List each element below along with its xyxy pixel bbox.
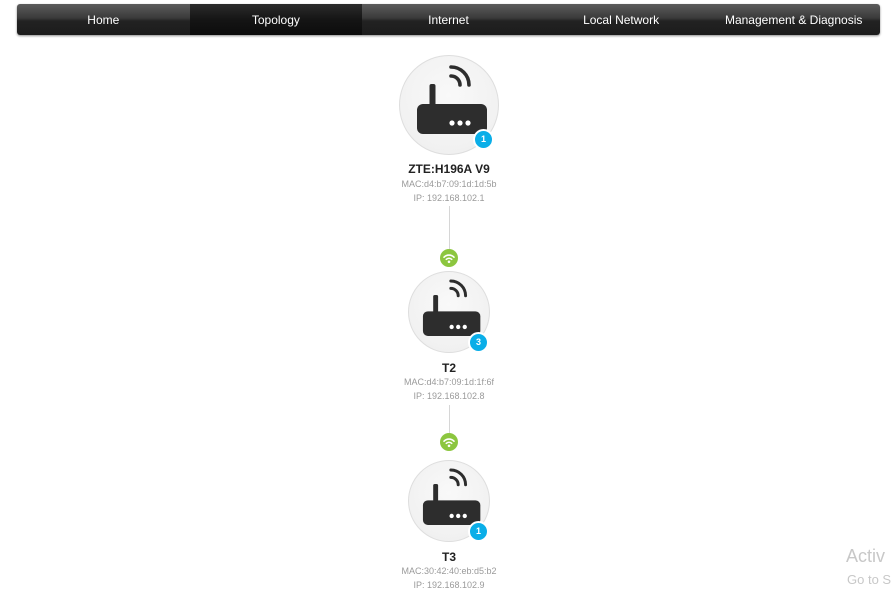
- nav-management-diagnosis[interactable]: Management & Diagnosis: [707, 4, 880, 35]
- device-ip: IP: 192.168.102.1: [413, 193, 485, 203]
- wifi-icon: [443, 254, 455, 264]
- activation-watermark-subtitle: Go to S: [847, 572, 891, 587]
- device-name: T2: [441, 361, 456, 375]
- wifi-link-icon: [440, 249, 458, 267]
- client-count-badge: 1: [473, 129, 494, 150]
- nav-topology[interactable]: Topology: [189, 4, 363, 35]
- device-ip: IP: 192.168.102.9: [413, 580, 485, 590]
- link-line: [449, 405, 450, 436]
- device-mac: MAC:d4:b7:09:1d:1d:5b: [401, 179, 497, 189]
- wifi-icon: [443, 438, 455, 448]
- client-count-badge: 3: [468, 332, 489, 353]
- device-mac: MAC:d4:b7:09:1d:1f:6f: [403, 377, 495, 387]
- topology-page: Home Topology Internet Local Network Man…: [0, 0, 891, 610]
- wifi-link-icon: [440, 433, 458, 451]
- nav-home[interactable]: Home: [17, 4, 190, 35]
- nav-internet[interactable]: Internet: [362, 4, 535, 35]
- main-nav-bar: Home Topology Internet Local Network Man…: [17, 4, 880, 35]
- device-name: ZTE:H196A V9: [408, 162, 490, 176]
- link-line: [449, 206, 450, 252]
- device-ip: IP: 192.168.102.8: [413, 391, 485, 401]
- device-name: T3: [441, 550, 456, 564]
- nav-local-network[interactable]: Local Network: [535, 4, 708, 35]
- device-mac: MAC:30:42:40:eb:d5:b2: [401, 566, 497, 576]
- client-count-badge: 1: [468, 521, 489, 542]
- activation-watermark-title: Activ: [846, 546, 886, 566]
